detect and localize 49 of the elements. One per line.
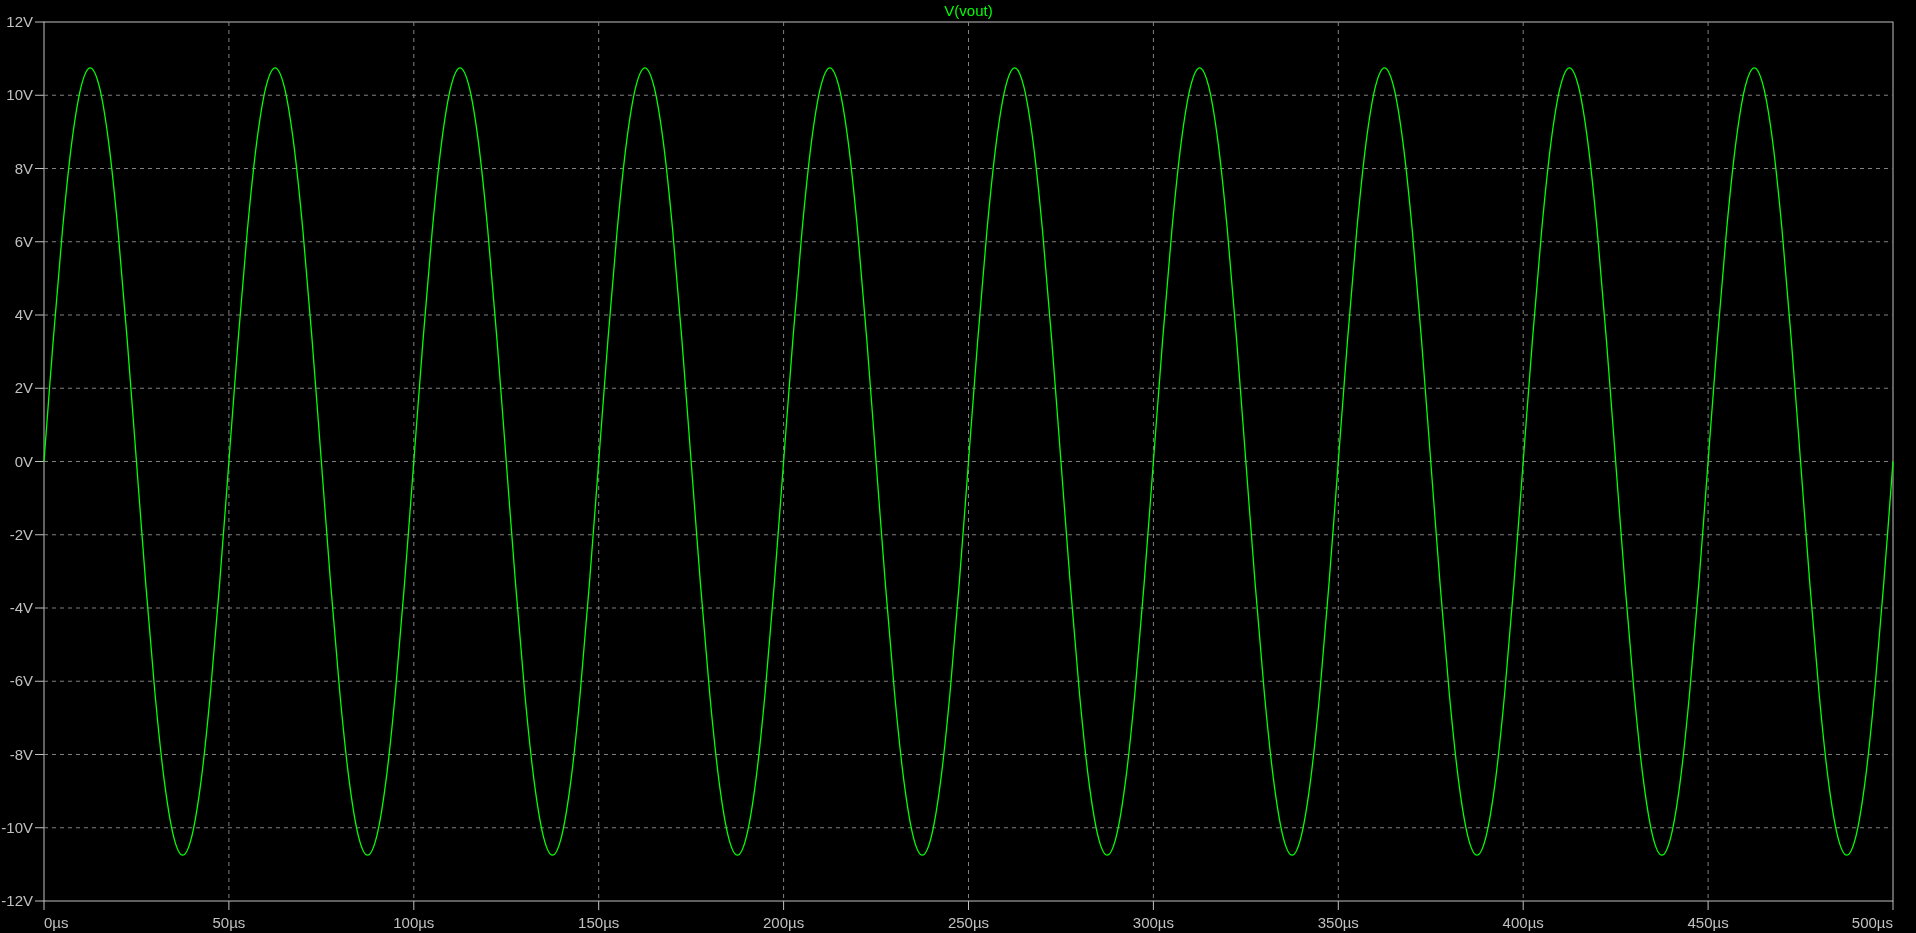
x-tick-mark: [1707, 900, 1709, 911]
y-tick-mark: [34, 680, 45, 682]
x-tick-mark: [413, 900, 415, 911]
y-tick-label: -12V: [1, 892, 33, 909]
x-tick-label: 150µs: [578, 914, 620, 931]
x-tick-mark: [228, 900, 230, 911]
y-tick-mark: [34, 21, 45, 23]
y-tick-label: -6V: [9, 672, 33, 690]
x-tick-label: 450µs: [1687, 914, 1729, 931]
x-tick-mark: [1522, 900, 1524, 911]
y-tick-mark: [34, 607, 45, 609]
y-tick-mark: [34, 461, 45, 462]
x-tick-mark: [783, 900, 785, 911]
y-tick-label: -4V: [9, 599, 33, 616]
y-tick-label: 6V: [14, 232, 33, 250]
y-tick-label: 2V: [14, 379, 33, 397]
x-tick-label: 400µs: [1502, 914, 1544, 931]
y-tick-mark: [34, 900, 45, 902]
y-tick-mark: [34, 168, 45, 169]
y-tick-label: -2V: [9, 525, 33, 543]
y-tick-mark: [34, 754, 45, 755]
y-tick-mark: [34, 314, 45, 316]
y-tick-label: 12V: [6, 13, 33, 30]
y-tick-mark: [34, 241, 45, 243]
y-tick-mark: [34, 387, 45, 389]
x-tick-label: 100µs: [393, 914, 435, 931]
y-tick-label: -8V: [9, 745, 33, 763]
x-tick-mark: [1892, 900, 1894, 911]
y-tick-label: 4V: [14, 306, 33, 323]
x-tick-mark: [43, 900, 45, 911]
x-tick-label: 200µs: [763, 914, 805, 931]
trace-label[interactable]: V(vout): [944, 2, 993, 19]
x-tick-label: 0µs: [44, 914, 69, 931]
x-tick-label: 50µs: [212, 914, 246, 931]
x-tick-label: 250µs: [947, 914, 990, 931]
x-tick-label: 300µs: [1132, 914, 1174, 931]
x-tick-mark: [598, 900, 600, 911]
y-tick-label: -10V: [1, 818, 33, 836]
x-tick-label: 500µs: [1851, 914, 1893, 931]
x-tick-label: 350µs: [1317, 914, 1359, 931]
y-tick-mark: [34, 827, 45, 829]
x-tick-mark: [968, 900, 969, 911]
y-tick-label: 8V: [14, 159, 33, 177]
y-tick-label: 0V: [14, 452, 33, 470]
y-tick-mark: [34, 94, 45, 96]
x-tick-mark: [1337, 900, 1339, 911]
y-tick-label: 10V: [6, 86, 33, 104]
x-tick-mark: [1152, 900, 1154, 911]
y-tick-mark: [34, 534, 45, 536]
